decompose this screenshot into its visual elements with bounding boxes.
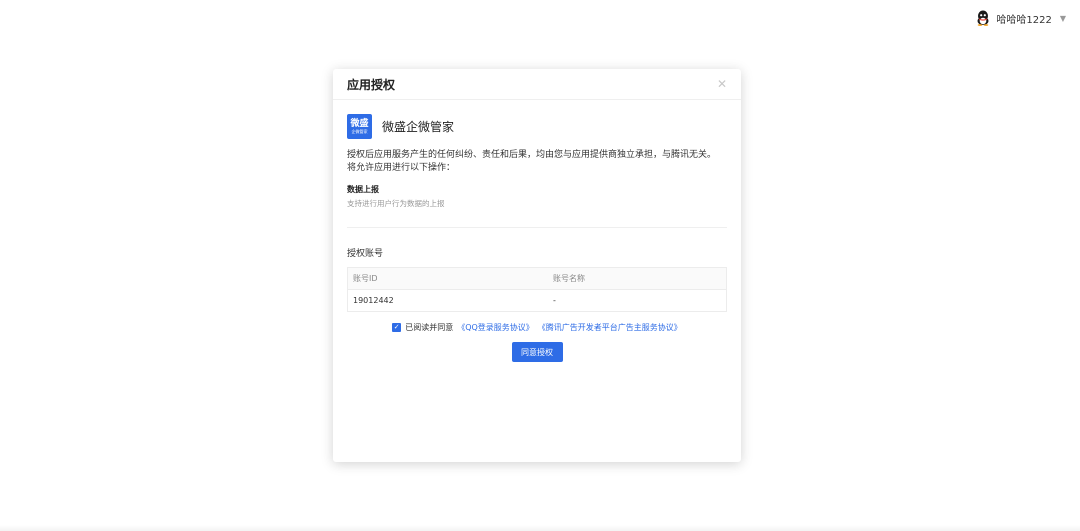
- app-info: 微盛 企微管家 微盛企微管家: [347, 114, 727, 139]
- ad-platform-agreement-link[interactable]: 《腾讯广告开发者平台广告主服务协议》: [538, 322, 682, 333]
- app-logo-main-text: 微盛: [350, 119, 369, 129]
- permission-title: 数据上报: [347, 185, 379, 194]
- account-section-title: 授权账号: [347, 249, 384, 259]
- agreement-row: ✓ 已阅读并同意 《QQ登录服务协议》 《腾讯广告开发者平台广告主服务协议》: [347, 322, 727, 333]
- qq-login-agreement-link[interactable]: 《QQ登录服务协议》: [457, 322, 534, 333]
- account-name-cell: -: [553, 296, 556, 305]
- user-menu[interactable]: 哈哈哈1222 ▼: [976, 10, 1066, 26]
- app-logo-sub-text: 企微管家: [351, 129, 368, 134]
- table-header-row: 账号ID 账号名称: [348, 268, 726, 290]
- authorization-dialog: 应用授权 ✕ 微盛 企微管家 微盛企微管家 授权后应用服务产生的任何纠纷、责任和…: [333, 69, 741, 462]
- app-logo: 微盛 企微管家: [347, 114, 372, 139]
- agreement-prefix: 已阅读并同意: [405, 323, 454, 332]
- permission-description: 支持进行用户行为数据的上报: [347, 199, 445, 208]
- description-line-2: 将允许应用进行以下操作：: [347, 163, 456, 173]
- section-divider: [347, 227, 727, 228]
- dialog-body: 微盛 企微管家 微盛企微管家 授权后应用服务产生的任何纠纷、责任和后果，均由您与…: [333, 100, 741, 362]
- qq-penguin-icon: [976, 10, 990, 26]
- account-table: 账号ID 账号名称 19012442 -: [347, 267, 727, 312]
- page-bottom-shadow: [0, 525, 1080, 531]
- description-line-1: 授权后应用服务产生的任何纠纷、责任和后果，均由您与应用提供商独立承担，与腾讯无关…: [347, 150, 717, 160]
- dialog-header: 应用授权 ✕: [333, 69, 741, 100]
- confirm-authorize-button[interactable]: 同意授权: [511, 342, 563, 362]
- close-icon[interactable]: ✕: [717, 78, 727, 90]
- agreement-checkbox[interactable]: ✓: [392, 323, 402, 332]
- column-header-account-name: 账号名称: [553, 274, 585, 283]
- user-name[interactable]: 哈哈哈1222: [996, 11, 1051, 26]
- button-wrap: 同意授权: [347, 342, 727, 362]
- dialog-title: 应用授权: [347, 77, 396, 92]
- account-id-cell: 19012442: [353, 296, 394, 305]
- app-name: 微盛企微管家: [382, 120, 455, 134]
- column-header-account-id: 账号ID: [353, 274, 378, 283]
- authorization-description: 授权后应用服务产生的任何纠纷、责任和后果，均由您与应用提供商独立承担，与腾讯无关…: [347, 149, 727, 175]
- chevron-down-icon[interactable]: ▼: [1060, 14, 1066, 23]
- table-row: 19012442 -: [348, 290, 726, 311]
